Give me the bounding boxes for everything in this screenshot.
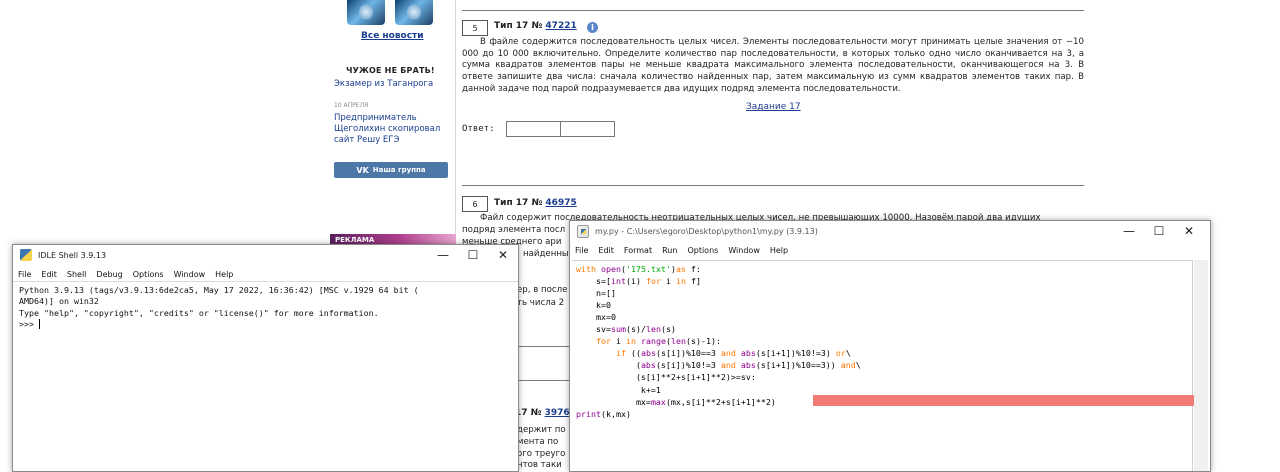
idle-shell-window[interactable]: IDLE Shell 3.9.13 — ☐ ✕ File Edit Shell … [12,244,519,472]
shell-line: Type "help", "copyright", "credits" or "… [19,307,379,318]
title-bar[interactable]: my.py - C:\Users\egoro\Desktop\python1\m… [570,221,1210,241]
close-icon[interactable]: ✕ [488,245,518,265]
menu-edit[interactable]: Edit [36,270,62,279]
menu-run[interactable]: Run [657,246,682,255]
menu-options[interactable]: Options [682,246,723,255]
task-type: 17 № [515,408,545,418]
shell-prompt-line[interactable]: >>> [19,318,514,330]
shell-line: Python 3.9.13 (tags/v3.9.13:6de2ca5, May… [19,285,419,295]
task-id-link[interactable]: 3976 [545,408,570,418]
vk-button-label: Наша группа [372,166,426,174]
divider [517,380,569,381]
shell-output[interactable]: Python 3.9.13 (tags/v3.9.13:6de2ca5, May… [19,285,514,330]
menu-format[interactable]: Format [619,246,657,255]
menu-window[interactable]: Window [723,246,765,255]
code-line: print(k,mx) [576,408,631,419]
ad-label: РЕКЛАМА [335,236,375,244]
minimize-icon[interactable]: — [1114,221,1144,241]
info-icon[interactable]: i [587,22,598,33]
menu-shell[interactable]: Shell [62,270,92,279]
task-header: Тип 17 № 46975 [494,198,577,208]
task-text: подряд элемента посл [462,225,566,235]
menu-options[interactable]: Options [128,270,169,279]
code-line: mx=0 [576,312,616,323]
code-line: with open('175.txt')as f: [576,264,701,274]
task-text: мента по [517,437,559,447]
task-text: В файле содержится последовательность це… [462,37,1084,94]
divider [462,10,1084,11]
task-number: 6 [462,196,488,212]
code-line: n=[] [576,288,616,299]
shell-prompt: >>> [19,318,39,329]
answer-input[interactable] [506,121,561,137]
code-area[interactable]: with open('175.txt')as f: s=[int(i) for … [572,260,1194,471]
menu-window[interactable]: Window [169,270,211,279]
code-line: (abs(s[i])%10!=3 and abs(s[i+1])%10==3))… [576,360,861,371]
all-news-link[interactable]: Все новости [361,31,424,41]
code-line: mx=max(mx,s[i]**2+s[i+1]**2) [576,396,776,407]
shell-line: AMD64)] on win32 [19,296,99,307]
task-type: Тип 17 № [494,21,546,31]
text-cursor [38,318,40,329]
task-type: Тип 17 № [494,198,546,208]
maximize-icon[interactable]: ☐ [1144,221,1174,241]
task-text: найденных [523,249,574,259]
code-line: if ((abs(s[i])%10==3 and abs(s[i+1])%10!… [615,348,851,359]
vk-icon: VK [356,165,369,175]
title-bar[interactable]: IDLE Shell 3.9.13 — ☐ ✕ [13,245,518,265]
answer-input[interactable] [560,121,615,137]
vk-group-button[interactable]: VK Наша группа [334,162,448,178]
menu-debug[interactable]: Debug [91,270,127,279]
divider [517,346,569,347]
menu-edit[interactable]: Edit [593,246,619,255]
code-line: k=0 [576,300,611,311]
error-highlight [813,395,1194,406]
close-icon[interactable]: ✕ [1174,221,1204,241]
task-id-link[interactable]: 47221 [545,21,576,31]
task-text: ер, в после [517,285,568,295]
editor-window[interactable]: my.py - C:\Users\egoro\Desktop\python1\m… [569,220,1211,472]
divider [462,185,1084,186]
task-header: 17 № 3976 [515,408,570,418]
code-line: sv=sum(s)/len(s) [576,324,676,335]
news-date: 10 АПРЕЛЯ [334,102,369,109]
scrollbar[interactable] [1194,260,1208,471]
task-link[interactable]: Задание 17 [746,102,801,112]
divider [13,281,518,282]
menu-file[interactable]: File [570,246,593,255]
menu-file[interactable]: File [13,270,36,279]
menu-bar: File Edit Shell Debug Options Window Hel… [13,267,518,282]
news-link[interactable]: Предприниматель Щеголихин скопировал сай… [334,113,452,146]
python-icon [20,249,32,261]
window-title: IDLE Shell 3.9.13 [38,250,107,260]
minimize-icon[interactable]: — [428,245,458,265]
answer-label: Ответ: [462,124,495,134]
sidebar-heading: ЧУЖОЕ НЕ БРАТЬ! [346,66,435,75]
menu-bar: File Edit Format Run Options Window Help [570,243,1210,258]
exam-link[interactable]: Экзамер из Таганрога [334,79,433,89]
task-header: Тип 17 № 47221 [494,21,577,31]
window-title: my.py - C:\Users\egoro\Desktop\python1\m… [595,226,818,236]
code-line: (s[i]**2+s[i+1]**2)>=sv: [576,372,756,383]
task-id-link[interactable]: 46975 [545,198,576,208]
code-line: s=[int(i) for i in f] [576,276,701,287]
maximize-icon[interactable]: ☐ [458,245,488,265]
news-thumbnail[interactable] [395,0,433,25]
code-line: for i in range(len(s)-1): [595,336,721,347]
menu-help[interactable]: Help [765,246,793,255]
python-file-icon [577,224,589,238]
task-text: ого треуго [517,449,566,459]
task-number: 5 [462,20,488,36]
task-text: держит по [517,425,566,435]
menu-help[interactable]: Help [210,270,238,279]
code-line: k+=1 [576,384,661,395]
task-text: ть числа 2 [517,298,565,308]
news-thumbnail[interactable] [347,0,385,25]
